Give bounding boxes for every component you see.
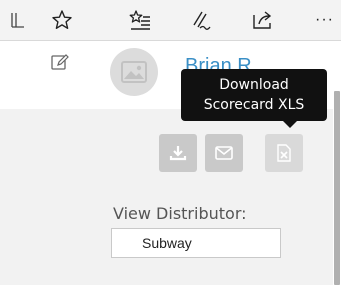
excel-file-icon bbox=[277, 144, 291, 162]
download-button[interactable] bbox=[159, 134, 197, 172]
favorite-star-icon[interactable] bbox=[44, 0, 80, 40]
avatar[interactable] bbox=[110, 48, 158, 96]
edit-icon[interactable] bbox=[49, 51, 71, 73]
browser-toolbar: ··· bbox=[0, 0, 341, 41]
more-icon[interactable]: ··· bbox=[308, 0, 341, 40]
download-scorecard-xls-button[interactable] bbox=[265, 134, 303, 172]
email-button[interactable] bbox=[205, 134, 243, 172]
download-tooltip: Download Scorecard XLS bbox=[181, 69, 327, 121]
distributor-select[interactable]: Subway bbox=[111, 228, 281, 258]
tooltip-line-2: Scorecard XLS bbox=[203, 97, 305, 113]
favorites-hub-icon[interactable] bbox=[122, 0, 158, 40]
view-distributor-label: View Distributor: bbox=[113, 204, 247, 223]
tooltip-arrow bbox=[283, 121, 297, 128]
reading-view-icon[interactable] bbox=[0, 0, 36, 40]
page-scrollbar[interactable] bbox=[333, 41, 341, 285]
avatar-image-icon bbox=[121, 61, 147, 83]
tooltip-line-1: Download bbox=[219, 77, 289, 93]
share-icon[interactable] bbox=[244, 0, 280, 40]
scrollbar-thumb[interactable] bbox=[334, 91, 340, 285]
download-icon bbox=[169, 146, 187, 161]
web-note-icon[interactable] bbox=[183, 0, 219, 40]
email-icon bbox=[215, 146, 233, 160]
